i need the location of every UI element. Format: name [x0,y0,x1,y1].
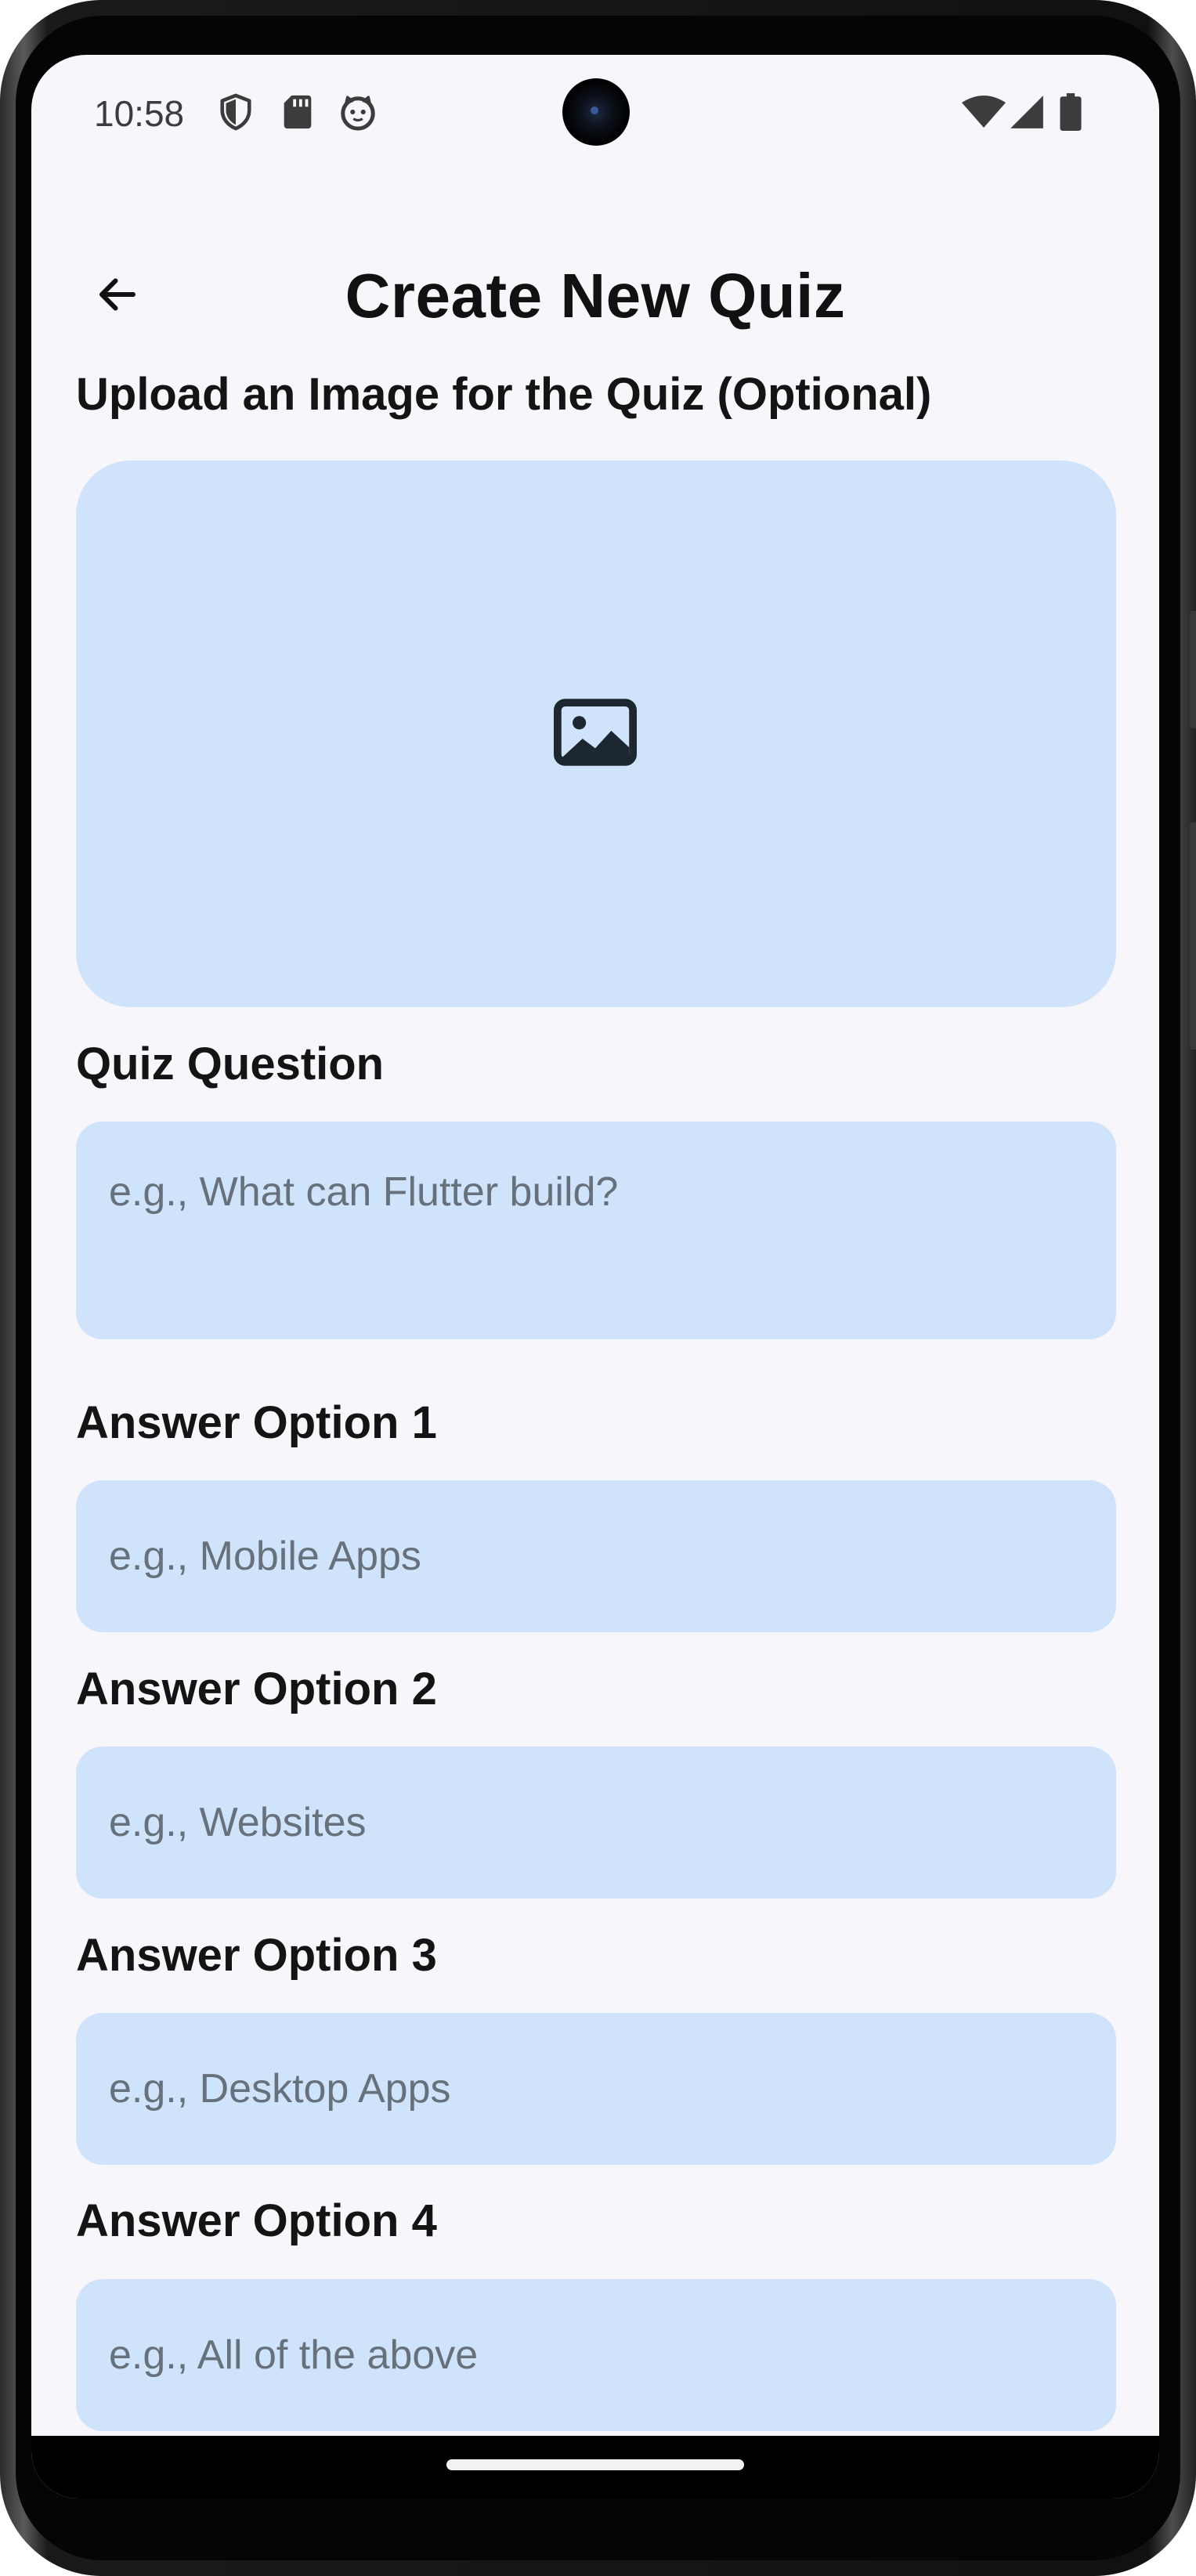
cat-face-icon [338,92,375,132]
sd-card-icon [280,92,316,132]
upload-image-label: Upload an Image for the Quiz (Optional) [76,369,932,420]
cellular-signal-icon [1007,92,1046,132]
answer-option-4-field[interactable] [76,2279,1116,2431]
answer-option-3-label: Answer Option 3 [76,1930,437,1981]
answer-option-1-label: Answer Option 1 [76,1397,437,1448]
answer-option-2-label: Answer Option 2 [76,1664,437,1714]
power-button [1190,611,1196,728]
volume-button [1190,822,1196,1050]
app-bar: Create New Quiz [31,227,1159,368]
answer-option-4-input[interactable] [109,2279,1083,2431]
status-bar: 10:58 [31,55,1159,172]
wifi-icon [960,92,1007,132]
page-title: Create New Quiz [345,261,846,331]
image-icon [554,699,640,769]
front-camera [562,78,630,146]
screen: 10:58 Create New Quiz Upload an Image fo… [31,55,1159,2498]
home-gesture-handle[interactable] [446,2459,744,2470]
status-time: 10:58 [94,93,185,134]
quiz-question-label: Quiz Question [76,1039,385,1089]
answer-option-1-field[interactable] [76,1480,1116,1632]
answer-option-3-field[interactable] [76,2013,1116,2165]
answer-option-2-field[interactable] [76,1747,1116,1899]
battery-icon [1059,92,1084,132]
quiz-question-input[interactable] [109,1169,1083,1339]
answer-option-2-input[interactable] [109,1747,1083,1899]
navigation-bar [31,2436,1159,2498]
shield-icon [218,92,254,132]
answer-option-4-label: Answer Option 4 [76,2195,437,2246]
quiz-question-field[interactable] [76,1122,1116,1339]
answer-option-3-input[interactable] [109,2013,1083,2165]
phone-frame: 10:58 Create New Quiz Upload an Image fo… [0,0,1196,2576]
answer-option-1-input[interactable] [109,1480,1083,1632]
image-upload-area[interactable] [76,461,1116,1007]
